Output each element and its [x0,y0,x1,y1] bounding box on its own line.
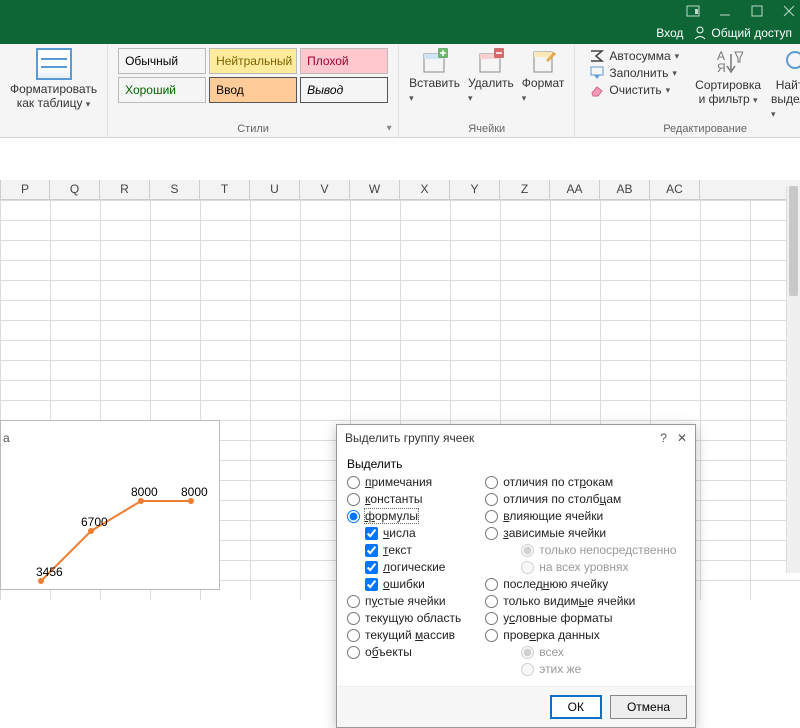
embedded-chart[interactable]: а 3456 6700 8000 8000 [0,420,220,590]
svg-text:6700: 6700 [81,515,108,529]
sigma-icon [589,49,605,63]
spreadsheet-grid[interactable]: а 3456 6700 8000 8000 Выделить группу яч… [0,200,800,600]
magnifier-icon [783,48,800,78]
dialog-help-icon[interactable]: ? [660,431,667,445]
style-input[interactable]: Ввод [209,77,297,103]
cancel-button[interactable]: Отмена [610,695,687,719]
style-neutral[interactable]: Нейтральный [209,48,297,74]
share-button[interactable]: Общий доступ [693,26,792,40]
share-bar: Вход Общий доступ [0,22,800,44]
style-output[interactable]: Вывод [300,77,388,103]
autosum-button[interactable]: Автосумма ▾ [585,48,683,64]
option-last-cell[interactable]: последнюю ячейку [485,577,676,591]
styles-group-label: Стили [237,123,269,135]
check-errors[interactable]: ошибки [365,577,461,591]
delete-cells-icon [476,48,506,76]
style-bad[interactable]: Плохой [300,48,388,74]
svg-text:8000: 8000 [131,485,158,499]
option-current-array[interactable]: текущий массив [347,628,461,642]
col-AC[interactable]: AC [650,180,700,199]
fill-down-icon [589,66,605,80]
table-icon [36,48,72,80]
format-cells-icon [528,48,558,76]
option-formulas[interactable]: формулы [347,509,461,523]
window-titlebar [0,0,800,22]
col-V[interactable]: V [300,180,350,199]
eraser-icon [589,83,605,97]
cell-styles-gallery[interactable]: Обычный Нейтральный Плохой Хороший Ввод … [118,48,388,103]
col-Z[interactable]: Z [500,180,550,199]
col-W[interactable]: W [350,180,400,199]
insert-cells-icon [420,48,450,76]
styles-expand-icon[interactable]: ▾ [382,121,396,135]
dialog-title: Выделить группу ячеек [345,431,474,445]
dialog-close-icon[interactable]: ✕ [677,431,687,445]
option-data-validation[interactable]: проверка данных [485,628,676,642]
option-visible-only[interactable]: только видимые ячейки [485,594,676,608]
option-current-region[interactable]: текущую область [347,611,461,625]
svg-text:Я: Я [717,61,726,75]
cells-group-label: Ячейки [468,123,505,135]
chart-ylabel-fragment: а [3,431,10,445]
go-to-special-dialog: Выделить группу ячеек ? ✕ Выделить приме… [336,424,696,728]
option-objects[interactable]: объекты [347,645,461,659]
fill-button[interactable]: Заполнить ▾ [585,65,683,81]
option-dv-all: всех [521,645,676,659]
sort-filter-icon: AЯ [713,48,743,78]
format-cells-button[interactable]: Формат ▾ [522,48,565,104]
option-blanks[interactable]: пустые ячейки [347,594,461,608]
svg-text:3456: 3456 [36,565,63,579]
clear-button[interactable]: Очистить ▾ [585,82,683,98]
col-P[interactable]: P [0,180,50,199]
option-dependents[interactable]: зависимые ячейки [485,526,676,540]
option-comments[interactable]: примечания [347,475,461,489]
find-select-button[interactable]: Найти и выделить ▾ [771,48,800,120]
scrollbar-thumb[interactable] [789,186,798,296]
col-T[interactable]: T [200,180,250,199]
minimize-icon[interactable] [718,4,732,18]
col-AB[interactable]: AB [600,180,650,199]
dialog-section-label: Выделить [347,457,685,471]
line-chart-svg: 3456 6700 8000 8000 [31,471,221,591]
person-icon [693,26,707,40]
delete-cells-button[interactable]: Удалить ▾ [468,48,514,104]
format-as-table-button[interactable]: Форматировать как таблицу ▾ [10,48,97,111]
col-X[interactable]: X [400,180,450,199]
insert-cells-button[interactable]: Вставить ▾ [409,48,460,104]
style-normal[interactable]: Обычный [118,48,206,74]
ok-button[interactable]: ОК [550,695,602,719]
col-AA[interactable]: AA [550,180,600,199]
option-col-diffs[interactable]: отличия по столбцам [485,492,676,506]
sign-in-link[interactable]: Вход [656,26,683,40]
check-numbers[interactable]: числа [365,526,461,540]
option-all-levels: на всех уровнях [521,560,676,574]
sort-filter-button[interactable]: AЯ Сортировка и фильтр ▾ [695,48,761,120]
close-icon[interactable] [782,4,796,18]
col-R[interactable]: R [100,180,150,199]
ribbon-options-icon[interactable] [686,4,700,18]
maximize-icon[interactable] [750,4,764,18]
option-precedents[interactable]: влияющие ячейки [485,509,676,523]
editing-group-label: Редактирование [663,123,747,135]
option-row-diffs[interactable]: отличия по строкам [485,475,676,489]
option-direct-only: только непосредственно [521,543,676,557]
col-Y[interactable]: Y [450,180,500,199]
option-dv-same: этих же [521,662,676,676]
col-Q[interactable]: Q [50,180,100,199]
column-headers[interactable]: PQRSTUVWXYZAAABAC [0,180,800,200]
col-U[interactable]: U [250,180,300,199]
option-cond-formats[interactable]: условные форматы [485,611,676,625]
svg-text:8000: 8000 [181,485,208,499]
check-logical[interactable]: логические [365,560,461,574]
check-text[interactable]: текст [365,543,461,557]
vertical-scrollbar[interactable] [786,186,800,573]
ribbon: Форматировать как таблицу ▾ Обычный Нейт… [0,44,800,138]
style-good[interactable]: Хороший [118,77,206,103]
option-constants[interactable]: константы [347,492,461,506]
col-S[interactable]: S [150,180,200,199]
